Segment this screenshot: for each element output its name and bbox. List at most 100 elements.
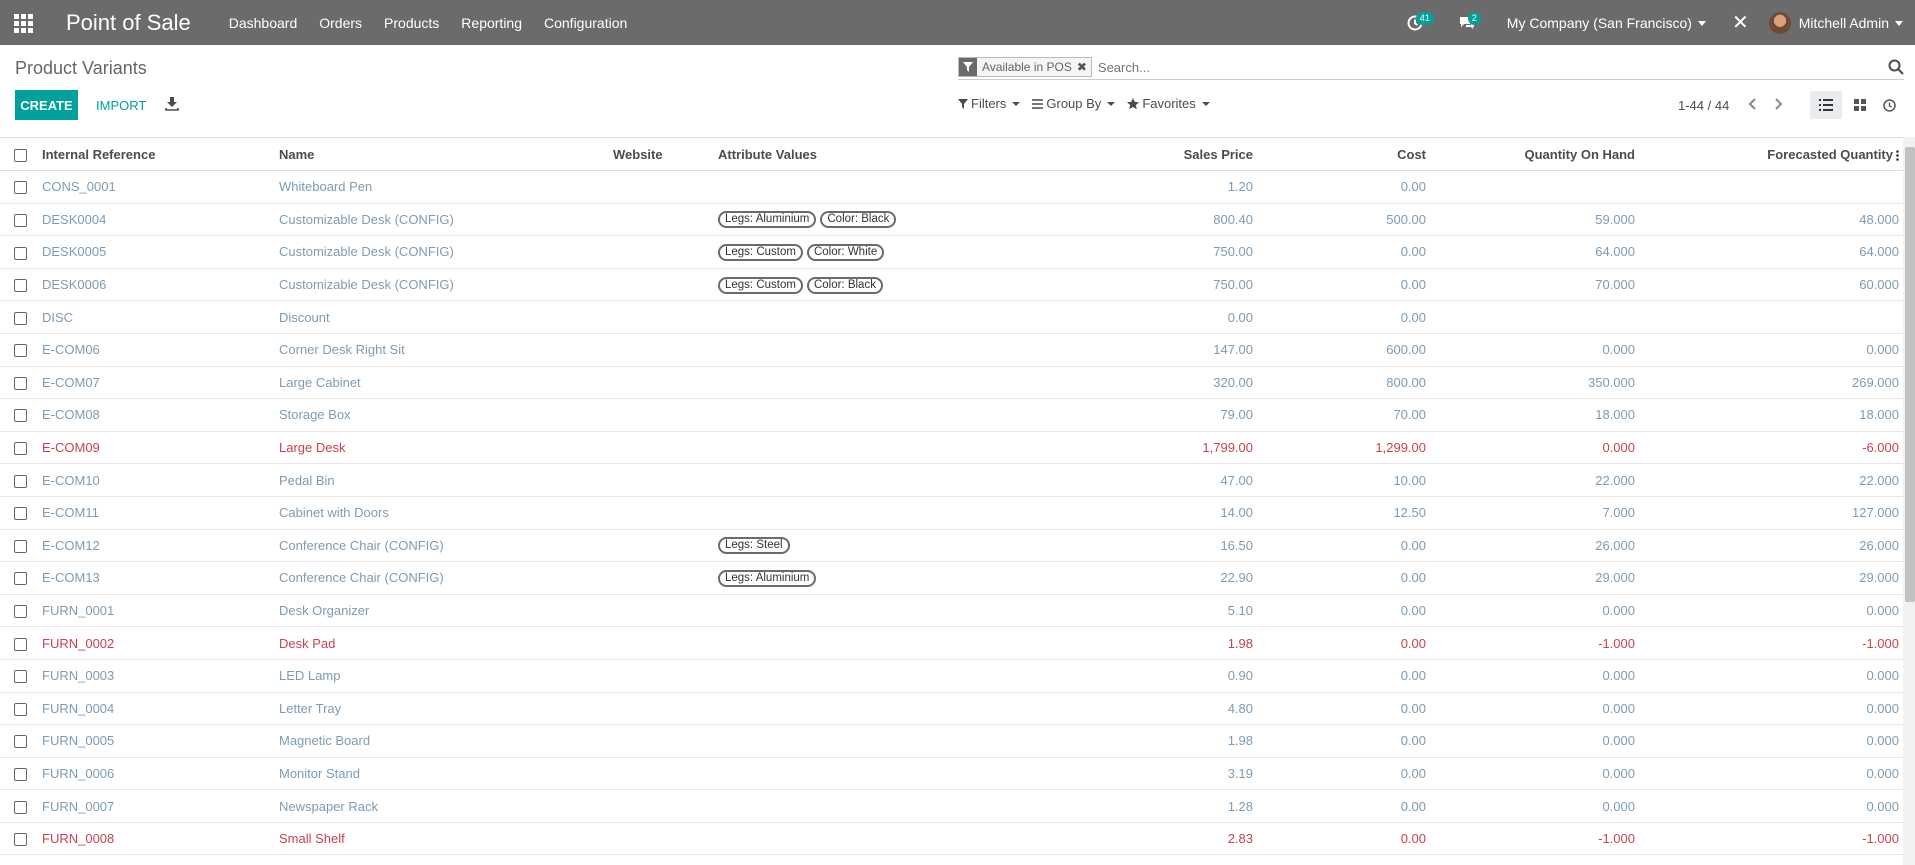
app-brand[interactable]: Point of Sale	[66, 10, 191, 36]
avatar[interactable]	[1768, 11, 1791, 34]
table-row[interactable]: E-COM08 Storage Box 79.00 70.00 18.000 18.000	[0, 398, 1903, 432]
chevron-left-icon[interactable]	[1745, 96, 1761, 112]
table-row[interactable]: FURN_0006 Monitor Stand 3.19 0.00 0.000 0.000	[0, 757, 1903, 791]
row-checkbox[interactable]	[14, 670, 27, 684]
row-checkbox[interactable]	[14, 800, 27, 814]
table-row[interactable]: FURN_0002 Desk Pad 1.98 0.00 -1.000 -1.000	[0, 626, 1903, 660]
cell-internal-reference: E-COM12	[38, 529, 275, 563]
row-checkbox[interactable]	[14, 474, 27, 488]
table-row[interactable]: FURN_0007 Newspaper Rack 1.28 0.00 0.000 0.00…	[0, 789, 1903, 823]
download-icon[interactable]	[165, 97, 179, 111]
search-input[interactable]	[1097, 59, 1888, 75]
row-checkbox[interactable]	[14, 311, 27, 325]
col-website[interactable]: Website	[609, 137, 714, 171]
col-sales-price[interactable]: Sales Price	[1047, 137, 1257, 171]
row-checkbox[interactable]	[14, 702, 27, 716]
cell-internal-reference: DESK0005	[38, 235, 275, 269]
col-name[interactable]: Name	[275, 137, 609, 171]
menu-dashboard[interactable]: Dashboard	[229, 15, 298, 31]
row-checkbox[interactable]	[14, 833, 27, 847]
pager-value[interactable]: 1-44 / 44	[1678, 98, 1729, 113]
cell-quantity-on-hand: 64.000	[1430, 235, 1639, 269]
row-checkbox[interactable]	[14, 442, 27, 456]
table-row[interactable]: FURN_0005 Magnetic Board 1.98 0.00 0.000 0.00…	[0, 724, 1903, 758]
menu-reporting[interactable]: Reporting	[461, 15, 522, 31]
table-row[interactable]: FURN_0001 Desk Organizer 5.10 0.00 0.000 0.00…	[0, 594, 1903, 628]
cell-sales-price: 1.98	[1047, 626, 1257, 660]
company-switcher[interactable]: My Company (San Francisco)	[1507, 15, 1706, 31]
filters-dropdown[interactable]: Filters	[958, 96, 1021, 111]
table-row[interactable]: FURN_0008 Small Shelf 2.83 0.00 -1.000 -1.000	[0, 822, 1903, 856]
chevron-down-icon	[1012, 101, 1021, 106]
table-row[interactable]: FURN_0003 LED Lamp 0.90 0.00 0.000 0.000	[0, 659, 1903, 693]
row-checkbox[interactable]	[14, 376, 27, 390]
table-row[interactable]: CONS_0001 Whiteboard Pen 1.20 0.00	[0, 170, 1903, 204]
facet-remove-icon[interactable]: ✖	[1077, 60, 1091, 74]
row-checkbox[interactable]	[14, 213, 27, 227]
apps-menu-icon[interactable]	[14, 13, 36, 33]
table-row[interactable]: E-COM07 Large Cabinet 320.00 800.00 350.000 2…	[0, 366, 1903, 400]
menu-configuration[interactable]: Configuration	[544, 15, 627, 31]
close-icon[interactable]: ✕	[1732, 10, 1749, 35]
row-checkbox[interactable]	[14, 539, 27, 553]
row-checkbox[interactable]	[14, 605, 27, 619]
activity-clock-icon[interactable]: 41	[1403, 11, 1434, 35]
row-checkbox[interactable]	[14, 409, 27, 423]
row-checkbox[interactable]	[14, 181, 27, 195]
create-button[interactable]: CREATE	[15, 90, 78, 120]
table-row[interactable]: E-COM06 Corner Desk Right Sit 147.00 600.00…	[0, 333, 1903, 367]
messages-chat-icon[interactable]: 2	[1455, 11, 1481, 35]
attribute-tag: Legs: Steel	[718, 537, 790, 555]
col-quantity-on-hand[interactable]: Quantity On Hand	[1430, 137, 1639, 171]
col-internal-reference[interactable]: Internal Reference	[38, 137, 275, 171]
cell-website	[609, 300, 714, 334]
table-row[interactable]: FURN_0004 Letter Tray 4.80 0.00 0.000 0.000	[0, 692, 1903, 726]
row-checkbox[interactable]	[14, 507, 27, 521]
cell-quantity-on-hand: -1.000	[1430, 822, 1639, 856]
row-checkbox[interactable]	[14, 572, 27, 586]
chevron-right-icon[interactable]	[1770, 96, 1786, 112]
col-forecasted-quantity[interactable]: Forecasted Quantity	[1639, 137, 1903, 171]
table-row[interactable]: E-COM13 Conference Chair (CONFIG) Legs: Al…	[0, 561, 1903, 595]
row-checkbox[interactable]	[14, 768, 27, 782]
row-checkbox[interactable]	[14, 344, 27, 358]
column-options-icon[interactable]	[1896, 149, 1899, 161]
cell-attribute-values	[714, 170, 1047, 204]
cell-quantity-on-hand	[1430, 170, 1639, 204]
row-checkbox[interactable]	[14, 246, 27, 260]
cell-name: Conference Chair (CONFIG)	[275, 529, 609, 563]
row-checkbox[interactable]	[14, 637, 27, 651]
chevron-down-icon	[1697, 21, 1706, 27]
table-row[interactable]: DESK0006 Customizable Desk (CONFIG) Legs: …	[0, 268, 1903, 302]
menu-products[interactable]: Products	[384, 15, 439, 31]
cell-internal-reference: E-COM11	[38, 496, 275, 530]
table-row[interactable]: E-COM10 Pedal Bin 47.00 10.00 22.000 22.000	[0, 463, 1903, 497]
table-row[interactable]: E-COM12 Conference Chair (CONFIG) Legs: St…	[0, 529, 1903, 563]
activity-view-button[interactable]	[1876, 91, 1902, 119]
row-checkbox[interactable]	[14, 279, 27, 293]
kanban-view-button[interactable]	[1846, 91, 1874, 119]
table-row[interactable]: DESK0005 Customizable Desk (CONFIG) Legs: …	[0, 235, 1903, 269]
list-view-button[interactable]	[1810, 91, 1842, 119]
group-by-dropdown[interactable]: Group By	[1032, 96, 1116, 111]
import-button[interactable]: IMPORT	[86, 90, 156, 120]
group-by-label: Group By	[1046, 96, 1102, 111]
row-checkbox[interactable]	[14, 735, 27, 749]
scrollbar-thumb[interactable]	[1905, 147, 1915, 602]
col-cost[interactable]: Cost	[1257, 137, 1430, 171]
row-checkbox-cell	[0, 822, 38, 856]
table-row[interactable]: DESK0004 Customizable Desk (CONFIG) Legs: …	[0, 203, 1903, 237]
cell-name: Customizable Desk (CONFIG)	[275, 235, 609, 269]
menu-orders[interactable]: Orders	[319, 15, 362, 31]
select-all-checkbox[interactable]	[14, 148, 27, 162]
user-menu[interactable]: Mitchell Admin	[1799, 15, 1903, 31]
table-row[interactable]: E-COM09 Large Desk 1,799.00 1,299.00 0.000 -6…	[0, 431, 1903, 465]
table-row[interactable]: E-COM11 Cabinet with Doors 14.00 12.50 7.000…	[0, 496, 1903, 530]
cell-forecasted-quantity: 22.000	[1639, 463, 1903, 497]
favorites-dropdown[interactable]: Favorites	[1127, 96, 1210, 111]
cell-name: Conference Chair (CONFIG)	[275, 561, 609, 595]
table-row[interactable]: DISC Discount 0.00 0.00	[0, 300, 1903, 334]
cell-website	[609, 463, 714, 497]
col-attribute-values[interactable]: Attribute Values	[714, 137, 1047, 171]
search-icon[interactable]	[1888, 59, 1904, 75]
